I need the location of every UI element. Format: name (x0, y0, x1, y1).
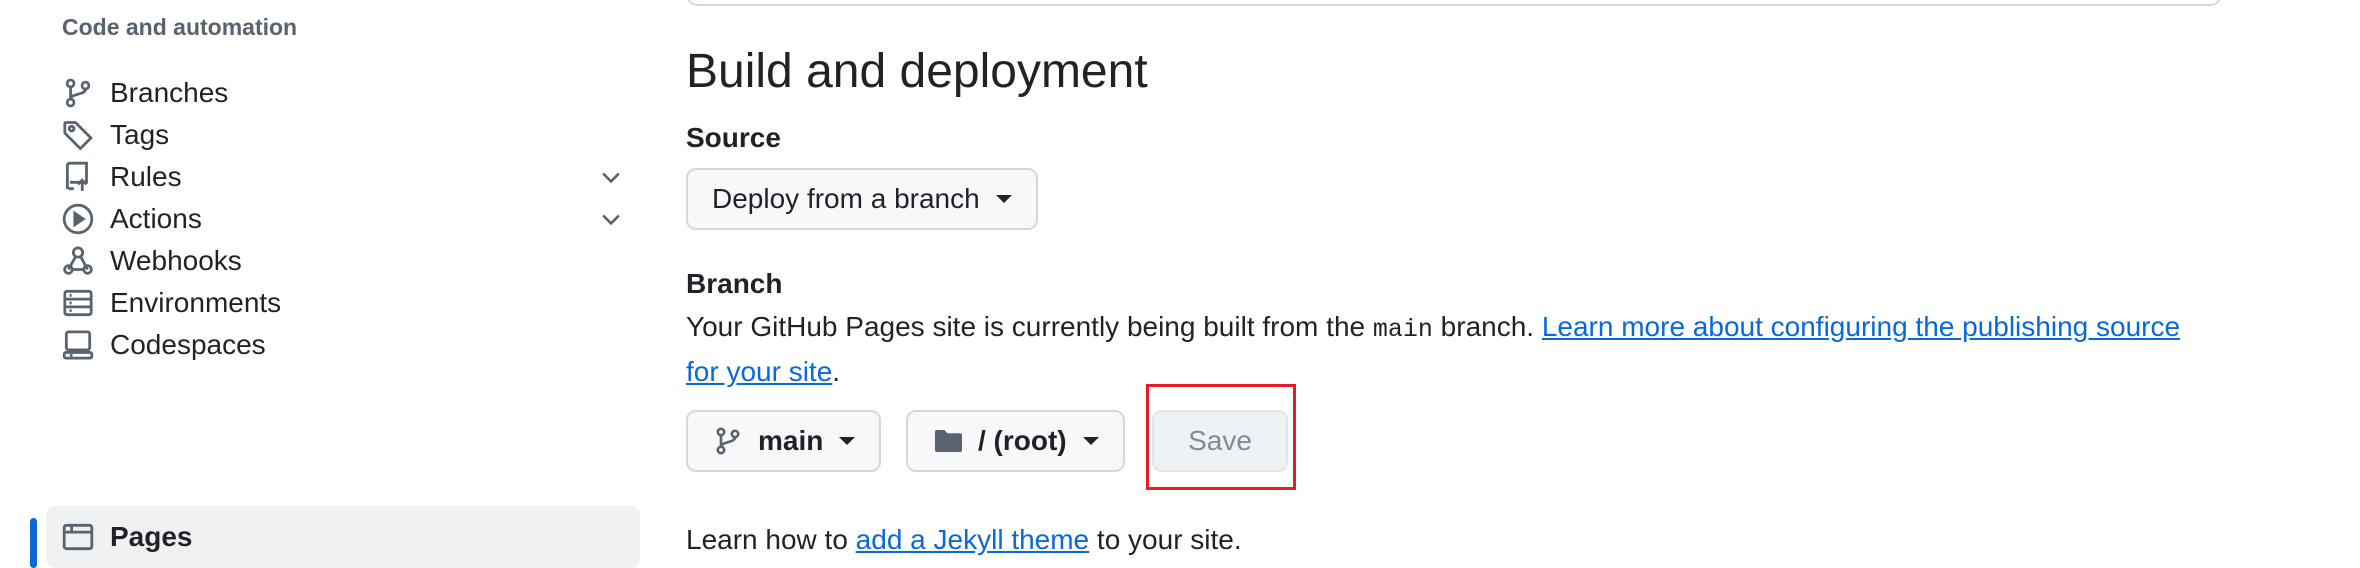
source-select-value: Deploy from a branch (712, 183, 980, 214)
settings-sidebar: Code and automation Branches Tags Rules (0, 0, 660, 568)
section-heading: Build and deployment (686, 45, 1148, 98)
branch-desc-suffix: . (832, 356, 841, 387)
sidebar-section-title: Code and automation (62, 14, 298, 40)
folder-select-value: / (root) (978, 425, 1067, 456)
branch-desc-mid: branch. (1432, 311, 1542, 342)
codespaces-icon (60, 327, 96, 363)
branch-select[interactable]: main (686, 410, 882, 472)
source-select[interactable]: Deploy from a branch (686, 168, 1038, 230)
previous-section-box (686, 0, 2222, 6)
branch-desc-code: main (1372, 315, 1433, 344)
add-jekyll-theme-link[interactable]: add a Jekyll theme (856, 524, 1089, 555)
caret-down-icon (839, 437, 856, 445)
active-indicator (30, 518, 37, 568)
branch-label: Branch (686, 268, 783, 299)
settings-page: Code and automation Branches Tags Rules (0, 0, 2360, 568)
sidebar-item-label: Pages (110, 521, 193, 552)
browser-icon (60, 519, 96, 555)
sidebar-item-label: Codespaces (110, 329, 266, 360)
highlight-box (1146, 384, 1296, 490)
jekyll-text-suffix: to your site. (1089, 524, 1242, 555)
branch-desc-prefix: Your GitHub Pages site is currently bein… (686, 311, 1373, 342)
pages-settings-main: Build and deployment Source Deploy from … (686, 0, 2306, 568)
branch-description: Your GitHub Pages site is currently bein… (686, 306, 2206, 393)
jekyll-theme-text: Learn how to add a Jekyll theme to your … (686, 524, 1242, 556)
caret-down-icon (1082, 437, 1099, 445)
folder-select[interactable]: / (root) (906, 410, 1125, 472)
folder-icon (932, 425, 964, 457)
sidebar-item-pages[interactable]: Pages (46, 506, 640, 568)
jekyll-text-prefix: Learn how to (686, 524, 856, 555)
branch-select-value: main (758, 425, 824, 456)
caret-down-icon (995, 195, 1012, 203)
git-branch-icon (712, 425, 744, 457)
source-label: Source (686, 122, 781, 153)
sidebar-item-codespaces[interactable]: Codespaces (46, 314, 640, 376)
